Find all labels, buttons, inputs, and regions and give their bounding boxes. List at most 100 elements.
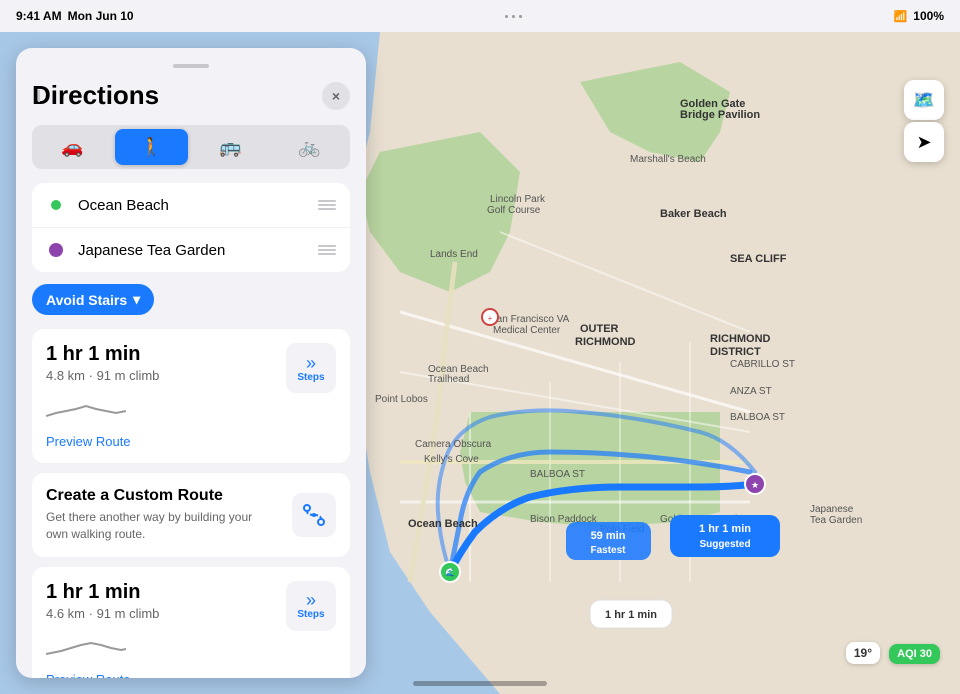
sidebar-header: Directions × — [32, 80, 350, 111]
transport-walk-button[interactable]: 🚶 — [115, 129, 188, 165]
destination-row[interactable]: Japanese Tea Garden — [32, 228, 350, 272]
svg-text:Suggested: Suggested — [699, 539, 750, 550]
route-elevation-1 — [46, 391, 126, 421]
svg-text:Camera Obscura: Camera Obscura — [415, 439, 492, 450]
svg-text:Lands End: Lands End — [430, 249, 478, 260]
origin-drag-handle — [318, 200, 336, 210]
location-button[interactable]: ➤ — [904, 122, 944, 162]
route-distance-2: 4.6 km · 91 m climb — [46, 606, 286, 621]
svg-text:1 hr 1 min: 1 hr 1 min — [699, 523, 751, 535]
svg-text:SEA CLIFF: SEA CLIFF — [730, 253, 787, 265]
steps-button-2[interactable]: » Steps — [286, 581, 336, 631]
steps-button-1[interactable]: » Steps — [286, 343, 336, 393]
steps-label-2: Steps — [297, 609, 324, 620]
svg-text:1 hr 1 min: 1 hr 1 min — [605, 609, 657, 621]
svg-text:RICHMOND: RICHMOND — [575, 336, 636, 348]
svg-text:Fastest: Fastest — [590, 545, 626, 556]
destination-label: Japanese Tea Garden — [78, 242, 306, 259]
location-inputs: Ocean Beach Japanese Tea Garden — [32, 183, 350, 272]
route-time-2: 1 hr 1 min — [46, 581, 286, 604]
destination-pin — [49, 243, 63, 257]
transport-transit-button[interactable]: 🚌 — [194, 129, 267, 165]
battery-label: 100% — [913, 9, 944, 23]
map-controls: 🗺️ ➤ — [904, 80, 944, 162]
svg-text:Tea Garden: Tea Garden — [810, 515, 862, 526]
temperature-value: 19° — [854, 646, 872, 660]
route-time-1: 1 hr 1 min — [46, 343, 286, 366]
svg-text:Medical Center: Medical Center — [493, 325, 561, 336]
steps-icon-1: » — [306, 354, 316, 372]
route-distance-1: 4.8 km · 91 m climb — [46, 368, 286, 383]
preview-route-link-1[interactable]: Preview Route — [46, 434, 336, 449]
avoid-stairs-button[interactable]: Avoid Stairs ▾ — [32, 284, 154, 315]
svg-text:BALBOA ST: BALBOA ST — [530, 469, 585, 480]
panel-handle — [173, 64, 209, 68]
dot1 — [505, 15, 508, 18]
status-bar-center — [505, 15, 522, 18]
custom-route-text: Create a Custom Route Get there another … — [46, 487, 256, 543]
status-time: 9:41 AM — [16, 9, 62, 23]
svg-text:Bridge Pavilion: Bridge Pavilion — [680, 109, 760, 121]
svg-text:OUTER: OUTER — [580, 323, 619, 335]
svg-text:BALBOA ST: BALBOA ST — [730, 412, 785, 423]
svg-text:CABRILLO ST: CABRILLO ST — [730, 359, 795, 370]
transport-mode-selector: 🚗 🚶 🚌 🚲 — [32, 125, 350, 169]
svg-text:59 min: 59 min — [591, 530, 626, 542]
svg-text:Point Lobos: Point Lobos — [375, 394, 428, 405]
destination-icon — [46, 240, 66, 260]
svg-text:Trailhead: Trailhead — [428, 374, 469, 385]
svg-text:Golf Course: Golf Course — [487, 205, 541, 216]
dot2 — [512, 15, 515, 18]
route-info-2: 1 hr 1 min 4.6 km · 91 m climb » Steps — [46, 581, 336, 664]
custom-route-description: Get there another way by building your o… — [46, 509, 256, 543]
custom-route-card[interactable]: Create a Custom Route Get there another … — [32, 473, 350, 557]
transport-bike-button[interactable]: 🚲 — [273, 129, 346, 165]
sidebar-title: Directions — [32, 80, 159, 111]
route-details-1: 1 hr 1 min 4.8 km · 91 m climb — [46, 343, 286, 426]
svg-text:San Francisco VA: San Francisco VA — [490, 314, 570, 325]
preview-route-link-2[interactable]: Preview Route — [46, 672, 336, 678]
route-details-2: 1 hr 1 min 4.6 km · 91 m climb — [46, 581, 286, 664]
svg-text:+: + — [488, 314, 493, 323]
avoid-stairs-label: Avoid Stairs — [46, 292, 127, 308]
status-bar-right: 📶 100% — [894, 9, 944, 23]
svg-text:🌊: 🌊 — [445, 567, 455, 577]
route-card-2[interactable]: 1 hr 1 min 4.6 km · 91 m climb » Steps P… — [32, 567, 350, 678]
close-button[interactable]: × — [322, 82, 350, 110]
route-elevation-2 — [46, 629, 126, 659]
custom-route-icon — [292, 493, 336, 537]
svg-text:Japanese: Japanese — [810, 504, 854, 515]
aqi-badge: AQI 30 — [889, 644, 940, 664]
map-type-button[interactable]: 🗺️ — [904, 80, 944, 120]
svg-text:Ocean Beach: Ocean Beach — [408, 518, 478, 530]
svg-text:Marshall's Beach: Marshall's Beach — [630, 154, 706, 165]
avoid-stairs-chevron-icon: ▾ — [133, 291, 140, 308]
aqi-value: AQI 30 — [897, 648, 932, 660]
origin-dot — [51, 200, 61, 210]
svg-text:RICHMOND: RICHMOND — [710, 333, 771, 345]
origin-row[interactable]: Ocean Beach — [32, 183, 350, 228]
destination-drag-handle — [318, 245, 336, 255]
custom-route-svg — [302, 503, 326, 527]
svg-text:Baker Beach: Baker Beach — [660, 208, 727, 220]
home-indicator — [413, 681, 547, 686]
steps-label-1: Steps — [297, 372, 324, 383]
svg-text:ANZA ST: ANZA ST — [730, 386, 772, 397]
custom-route-title: Create a Custom Route — [46, 487, 256, 505]
status-date: Mon Jun 10 — [68, 9, 134, 23]
svg-text:★: ★ — [751, 480, 759, 490]
status-bar: 9:41 AM Mon Jun 10 📶 100% — [0, 0, 960, 32]
transport-car-button[interactable]: 🚗 — [36, 129, 109, 165]
temperature-badge: 19° — [846, 642, 880, 664]
directions-panel: Directions × 🚗 🚶 🚌 🚲 Ocean Beach Japa — [16, 48, 366, 678]
origin-icon — [46, 195, 66, 215]
svg-text:Lincoln Park: Lincoln Park — [490, 194, 546, 205]
route-card-1[interactable]: 1 hr 1 min 4.8 km · 91 m climb » Steps P… — [32, 329, 350, 463]
dot3 — [519, 15, 522, 18]
svg-text:DISTRICT: DISTRICT — [710, 346, 761, 358]
route-info-1: 1 hr 1 min 4.8 km · 91 m climb » Steps — [46, 343, 336, 426]
origin-label: Ocean Beach — [78, 197, 306, 214]
steps-icon-2: » — [306, 591, 316, 609]
status-bar-left: 9:41 AM Mon Jun 10 — [16, 9, 134, 23]
wifi-icon: 📶 — [894, 10, 908, 23]
